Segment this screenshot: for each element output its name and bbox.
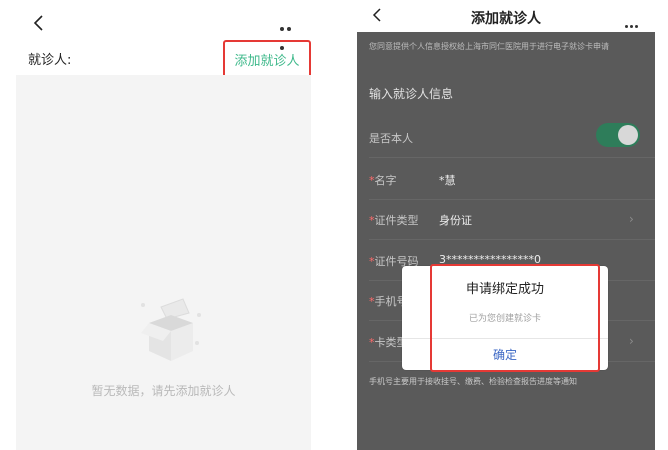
consent-text: 您同意提供个人信息授权给上海市同仁医院用于进行电子就诊卡申请 [369, 42, 609, 51]
section-title: 输入就诊人信息 [369, 87, 454, 101]
patient-label: 就诊人: [28, 53, 72, 68]
more-horizontal-icon[interactable] [625, 13, 640, 32]
row-label: 证件类型 [374, 214, 419, 227]
chevron-left-icon[interactable] [30, 14, 48, 32]
phone-hint: 手机号主要用于接收挂号、缴费、检验检查报告进度等通知 [369, 377, 577, 386]
form-row-is-self: 是否本人 [357, 118, 655, 158]
name-value: *慧 [439, 174, 456, 187]
add-patient-button[interactable]: 添加就诊人 [223, 40, 311, 78]
top-bar: 添加就诊人 [357, 0, 655, 32]
chevron-right-icon: › [629, 212, 634, 226]
id-number-value: 3****************0 [439, 253, 541, 266]
form-row-name[interactable]: *名字 *慧 [357, 160, 655, 200]
chevron-right-icon: › [629, 334, 634, 348]
dialog-divider [402, 338, 608, 339]
id-type-value: 身份证 [439, 214, 472, 227]
row-label: 名字 [374, 174, 397, 187]
empty-message: 暂无数据，请先添加就诊人 [91, 384, 236, 398]
form-row-id-type[interactable]: *证件类型 身份证 › [357, 200, 655, 240]
dialog-title: 申请绑定成功 [465, 282, 544, 297]
page-title: 添加就诊人 [471, 11, 541, 27]
row-label: 是否本人 [369, 132, 413, 145]
more-horizontal-icon[interactable] [280, 16, 300, 50]
empty-state: 暂无数据，请先添加就诊人 [16, 75, 311, 450]
confirm-button[interactable]: 确定 [402, 346, 608, 363]
empty-box-icon [131, 285, 211, 365]
is-self-toggle[interactable] [596, 123, 640, 147]
add-patient-screen: 添加就诊人 您同意提供个人信息授权给上海市同仁医院用于进行电子就诊卡申请 输入就… [357, 0, 655, 450]
dialog-message: 已为您创建就诊卡 [468, 314, 541, 324]
success-dialog: 申请绑定成功 已为您创建就诊卡 确定 [402, 266, 608, 370]
patient-list-screen: 就诊人: 添加就诊人 暂无数据，请先添加就诊人 [0, 0, 330, 450]
